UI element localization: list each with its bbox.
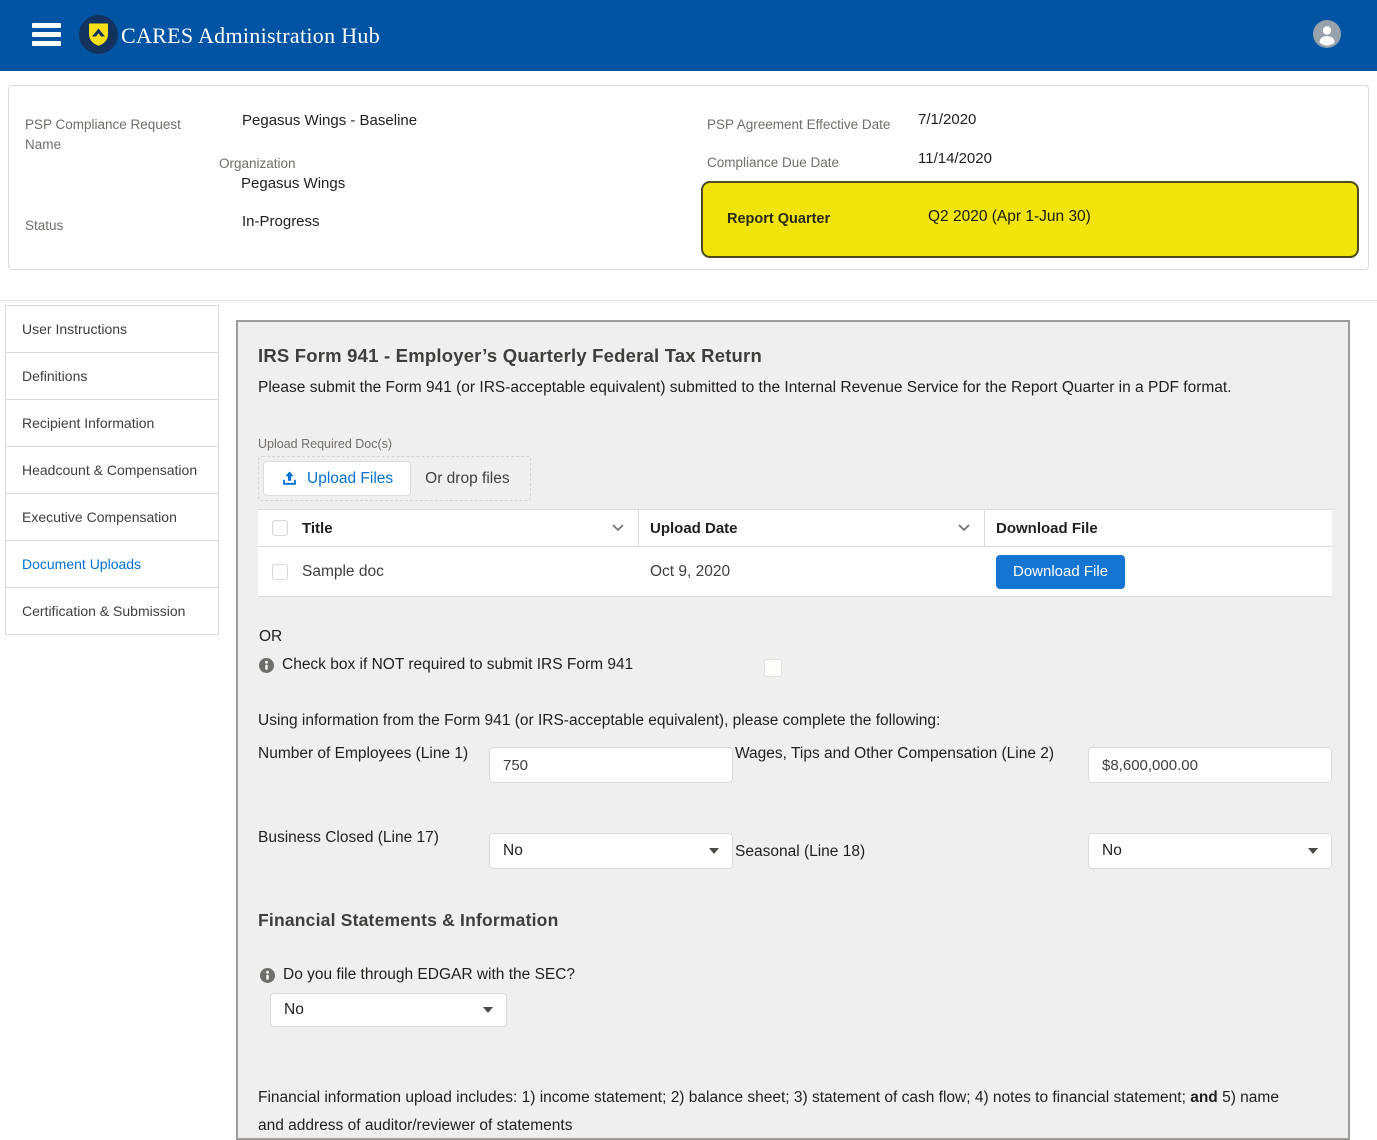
chevron-down-icon[interactable] xyxy=(612,524,624,532)
sidebar-item-certification-submission[interactable]: Certification & Submission xyxy=(5,587,219,635)
upload-date-cell: Oct 9, 2020 xyxy=(650,563,730,581)
effective-date-label: PSP Agreement Effective Date xyxy=(707,115,890,135)
status-value: In-Progress xyxy=(242,213,320,230)
not-required-checkbox[interactable] xyxy=(764,659,782,677)
organization-label: Organization xyxy=(219,154,296,174)
edgar-question-label: Do you file through EDGAR with the SEC? xyxy=(283,966,575,984)
drop-files-text: Or drop files xyxy=(411,470,525,488)
table-row: Sample doc Oct 9, 2020 Download File xyxy=(258,547,1332,597)
hamburger-icon[interactable] xyxy=(32,23,61,47)
or-separator-text: OR xyxy=(259,628,282,646)
business-closed-value: No xyxy=(503,842,523,860)
download-file-button[interactable]: Download File xyxy=(996,555,1125,589)
column-header-title[interactable]: Title xyxy=(302,520,333,537)
sidebar-item-headcount-compensation[interactable]: Headcount & Compensation xyxy=(5,446,219,494)
sidebar-item-definitions[interactable]: Definitions xyxy=(5,352,219,400)
financial-upload-note: Financial information upload includes: 1… xyxy=(258,1084,1303,1140)
section-navigation-sidebar: User Instructions Definitions Recipient … xyxy=(5,305,219,635)
sidebar-item-user-instructions[interactable]: User Instructions xyxy=(5,305,219,353)
info-circle-icon[interactable] xyxy=(260,968,275,983)
upload-files-button[interactable]: Upload Files xyxy=(263,461,411,496)
document-title-cell: Sample doc xyxy=(302,563,384,581)
column-header-download-file: Download File xyxy=(996,520,1098,537)
info-circle-icon[interactable] xyxy=(259,658,274,673)
employees-input[interactable] xyxy=(489,747,733,783)
wages-input[interactable] xyxy=(1088,747,1332,783)
request-name-label: PSP Compliance Request Name xyxy=(25,115,190,154)
complete-following-instruction: Using information from the Form 941 (or … xyxy=(258,712,940,730)
sidebar-item-recipient-information[interactable]: Recipient Information xyxy=(5,399,219,447)
compliance-summary-card: PSP Compliance Request Name Pegasus Wing… xyxy=(8,85,1369,270)
financial-section-title: Financial Statements & Information xyxy=(258,910,558,931)
select-all-checkbox[interactable] xyxy=(272,520,288,536)
upload-files-label: Upload Files xyxy=(307,470,393,488)
status-label: Status xyxy=(25,216,63,236)
edgar-value: No xyxy=(284,1001,304,1019)
request-name-value: Pegasus Wings - Baseline xyxy=(242,112,417,129)
sidebar-item-document-uploads[interactable]: Document Uploads xyxy=(5,540,219,588)
due-date-label: Compliance Due Date xyxy=(707,153,839,173)
due-date-value: 11/14/2020 xyxy=(918,150,992,167)
edgar-question-row: Do you file through EDGAR with the SEC? xyxy=(260,966,575,984)
user-avatar-icon[interactable] xyxy=(1313,20,1341,48)
table-header-row: Title Upload Date Download File xyxy=(258,510,1332,547)
edgar-select[interactable]: No xyxy=(270,993,507,1027)
dropdown-arrow-icon xyxy=(709,848,719,854)
app-logo xyxy=(79,15,118,54)
app-title: CARES Administration Hub xyxy=(121,0,380,71)
effective-date-value: 7/1/2020 xyxy=(918,111,976,128)
business-closed-select[interactable]: No xyxy=(489,833,733,869)
document-uploads-panel: IRS Form 941 - Employer’s Quarterly Fede… xyxy=(236,320,1350,1140)
employees-label: Number of Employees (Line 1) xyxy=(258,740,473,768)
row-checkbox[interactable] xyxy=(272,564,288,580)
file-drop-zone[interactable]: Upload Files Or drop files xyxy=(258,456,531,501)
business-closed-label: Business Closed (Line 17) xyxy=(258,824,458,852)
upload-required-docs-label: Upload Required Doc(s) xyxy=(258,437,392,451)
not-required-row: Check box if NOT required to submit IRS … xyxy=(259,656,633,674)
chevron-down-icon[interactable] xyxy=(958,524,970,532)
top-navigation-bar: CARES Administration Hub xyxy=(0,0,1377,71)
sidebar-item-executive-compensation[interactable]: Executive Compensation xyxy=(5,493,219,541)
dropdown-arrow-icon xyxy=(1308,848,1318,854)
page-divider xyxy=(0,300,1377,301)
form941-section-title: IRS Form 941 - Employer’s Quarterly Fede… xyxy=(258,345,762,367)
upload-arrow-icon xyxy=(281,470,298,487)
wages-label: Wages, Tips and Other Compensation (Line… xyxy=(735,740,1065,768)
seasonal-label: Seasonal (Line 18) xyxy=(735,838,1065,866)
uploaded-documents-table: Title Upload Date Download File Sample d… xyxy=(258,509,1332,597)
seasonal-select[interactable]: No xyxy=(1088,833,1332,869)
form941-description: Please submit the Form 941 (or IRS-accep… xyxy=(258,374,1328,403)
seasonal-value: No xyxy=(1102,842,1122,860)
organization-value: Pegasus Wings xyxy=(241,175,345,192)
report-quarter-label: Report Quarter xyxy=(727,211,830,227)
shield-chevron-logo xyxy=(87,22,110,47)
not-required-label: Check box if NOT required to submit IRS … xyxy=(282,656,633,674)
dropdown-arrow-icon xyxy=(483,1007,493,1013)
report-quarter-highlight: Report Quarter Q2 2020 (Apr 1-Jun 30) xyxy=(701,181,1359,258)
column-header-upload-date[interactable]: Upload Date xyxy=(650,520,738,537)
report-quarter-value: Q2 2020 (Apr 1-Jun 30) xyxy=(928,208,1091,226)
